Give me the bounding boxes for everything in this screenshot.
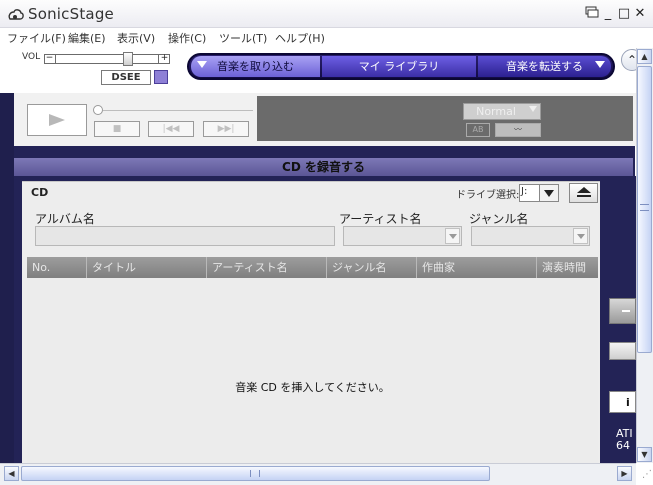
grip-icon: [250, 470, 260, 477]
grip-icon: [640, 204, 649, 211]
eject-icon: [577, 187, 591, 193]
resize-grip-icon[interactable]: ⋰: [637, 466, 652, 483]
window-title: SonicStage: [28, 5, 114, 23]
side-button-info[interactable]: [609, 391, 636, 413]
menu-file[interactable]: ファイル(F): [7, 30, 66, 46]
play-mode-value: Normal: [476, 105, 516, 118]
column-no[interactable]: No.: [27, 257, 87, 278]
artist-label: アーティスト名: [339, 212, 422, 226]
column-composer[interactable]: 作曲家: [417, 257, 537, 278]
genre-label: ジャンル名: [469, 212, 529, 226]
tab-transfer[interactable]: 音楽を転送する: [478, 56, 611, 77]
sonicstage-logo-icon: [8, 9, 24, 20]
menu-operation[interactable]: 操作(C): [168, 30, 206, 46]
chevron-down-icon: [577, 234, 585, 239]
tab-my-library[interactable]: マイ ライブラリ: [322, 56, 476, 77]
volume-slider[interactable]: [44, 54, 170, 64]
dsee-toggle[interactable]: [154, 70, 168, 84]
minimize-button[interactable]: _: [600, 6, 616, 22]
maximize-button[interactable]: □: [616, 6, 632, 22]
player-display-panel: [257, 96, 633, 141]
album-label: アルバム名: [35, 212, 95, 226]
scroll-right-button[interactable]: ▶: [617, 466, 632, 481]
seek-bar[interactable]: [103, 110, 253, 111]
volume-label: VOL: [22, 52, 41, 62]
close-button[interactable]: ✕: [632, 6, 648, 22]
next-button[interactable]: ▶▶|: [203, 121, 249, 137]
eject-button[interactable]: [569, 183, 598, 203]
column-title[interactable]: タイトル: [87, 257, 207, 278]
dsee-button[interactable]: DSEE: [101, 70, 151, 85]
chevron-down-icon: [449, 234, 457, 239]
scroll-left-button[interactable]: ◀: [4, 466, 19, 481]
seek-knob[interactable]: [93, 105, 103, 115]
track-list[interactable]: [27, 278, 598, 463]
eject-icon-bar: [577, 195, 591, 197]
volume-down-button[interactable]: −: [44, 54, 56, 64]
previous-button[interactable]: |◀◀: [148, 121, 194, 137]
info-icon: i: [626, 396, 630, 409]
chevron-down-icon: [529, 106, 537, 112]
scroll-down-button[interactable]: ▼: [637, 447, 652, 462]
side-bitrate-text: 64: [616, 439, 630, 452]
restore-icon[interactable]: [584, 6, 600, 22]
sound-effect-button[interactable]: 〰: [495, 123, 541, 137]
minus-icon: [622, 310, 630, 312]
section-title: CD を録音する: [282, 160, 365, 174]
play-icon: [49, 114, 65, 126]
album-input[interactable]: [35, 226, 335, 246]
tab-import-arrow-icon: [197, 61, 207, 68]
empty-message: 音楽 CD を挿入してください。: [235, 381, 390, 394]
menu-help[interactable]: ヘルプ(H): [275, 30, 325, 46]
volume-thumb[interactable]: [123, 52, 133, 66]
drive-select-label: ドライブ選択:: [456, 190, 520, 201]
column-genre[interactable]: ジャンル名: [327, 257, 417, 278]
cd-label: CD: [31, 186, 49, 199]
side-button-blank[interactable]: [609, 342, 636, 360]
menu-view[interactable]: 表示(V): [117, 30, 155, 46]
column-duration[interactable]: 演奏時間: [537, 257, 598, 278]
chevron-down-icon: [544, 190, 554, 197]
volume-up-button[interactable]: +: [158, 54, 170, 64]
drive-select-value: J:: [521, 186, 528, 197]
menu-edit[interactable]: 編集(E): [68, 30, 106, 46]
column-artist[interactable]: アーティスト名: [207, 257, 327, 278]
left-frame-strip: [0, 93, 14, 463]
menu-tools[interactable]: ツール(T): [219, 30, 267, 46]
ab-repeat-button[interactable]: AB: [466, 123, 490, 137]
tab-transfer-arrow-icon: [595, 61, 605, 68]
tab-import[interactable]: 音楽を取り込む: [191, 56, 320, 77]
scroll-up-button[interactable]: ▲: [637, 49, 652, 64]
stop-button[interactable]: ■: [94, 121, 140, 137]
